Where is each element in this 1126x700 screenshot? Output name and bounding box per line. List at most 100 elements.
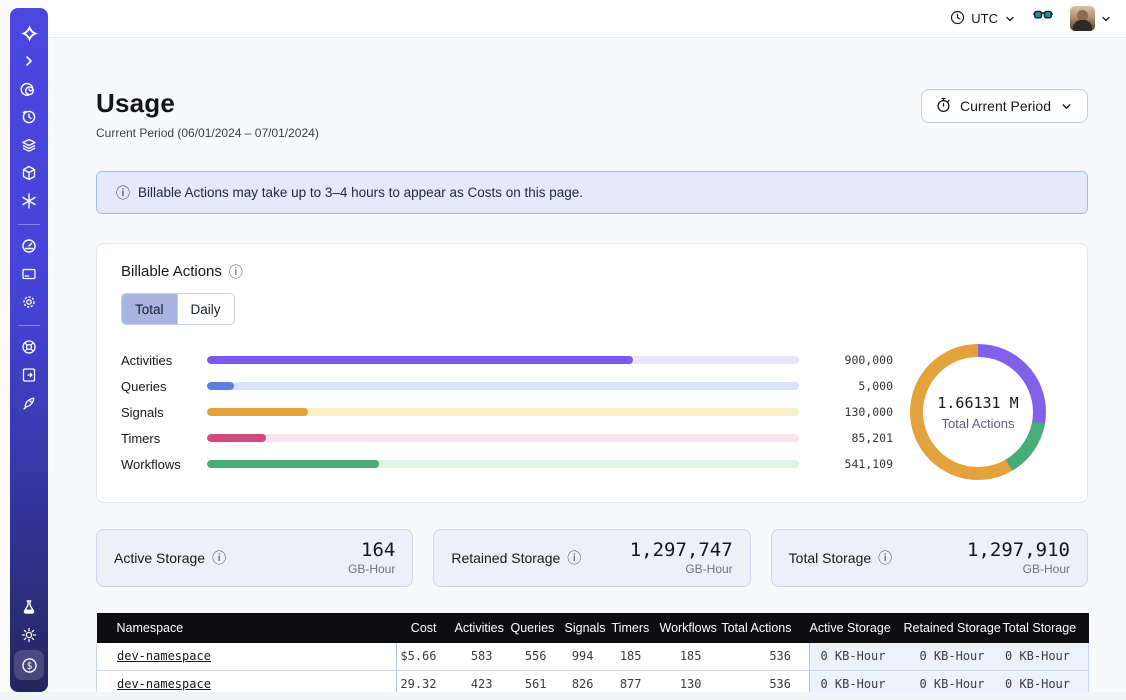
info-icon[interactable]: ⓘ: [212, 551, 226, 565]
timezone-label: UTC: [971, 11, 998, 26]
storage-card-unit: GB-Hour: [630, 562, 733, 576]
spiral-icon[interactable]: [16, 76, 42, 102]
timezone-selector[interactable]: UTC: [950, 10, 1016, 28]
bar-category-label: Timers: [121, 431, 207, 446]
usage-dollar-icon[interactable]: $: [14, 650, 44, 680]
bar-fill: [207, 356, 633, 364]
bar-fill: [207, 460, 379, 468]
chevron-down-icon: [1100, 13, 1112, 25]
billable-actions-card: Billable Actions ⓘ Total Daily Activitie…: [96, 243, 1088, 503]
active-storage-card: Active Storage ⓘ 164GB-Hour: [96, 529, 413, 587]
layers-icon[interactable]: [16, 132, 42, 158]
billing-card-icon[interactable]: [16, 261, 42, 287]
storage-card-label: Active Storage: [114, 550, 205, 566]
billable-view-tabs: Total Daily: [121, 293, 235, 325]
temporal-logo-icon[interactable]: [16, 20, 42, 46]
svg-text:$: $: [26, 660, 32, 671]
cell-signals: 826: [565, 670, 612, 692]
cell-cost: 29.32: [397, 670, 455, 692]
storage-card-value: 164: [348, 540, 395, 561]
table-row: dev-namespace29.324235618268771305360 KB…: [97, 670, 1089, 692]
period-dropdown-button[interactable]: Current Period: [921, 89, 1088, 123]
user-menu[interactable]: [1070, 6, 1112, 31]
donut-total-label: Total Actions: [942, 416, 1015, 431]
sidebar: $: [10, 8, 48, 692]
period-dropdown-label: Current Period: [960, 98, 1051, 114]
column-header-queries: Queries: [511, 613, 565, 643]
top-header: UTC: [48, 0, 1126, 38]
cell-activities: 583: [455, 643, 511, 670]
cell-workflows: 130: [660, 670, 720, 692]
chevron-down-icon: [1060, 100, 1073, 113]
sidebar-divider: [18, 325, 40, 326]
namespace-cell: dev-namespace: [97, 643, 397, 670]
column-header-signals: Signals: [565, 613, 612, 643]
billable-actions-title: Billable Actions: [121, 263, 222, 280]
storage-card-label: Retained Storage: [451, 550, 560, 566]
tab-daily[interactable]: Daily: [178, 294, 234, 324]
chevron-down-icon: [1004, 13, 1016, 25]
docs-book-icon[interactable]: [16, 362, 42, 388]
cell-timers: 877: [612, 670, 660, 692]
table-row: dev-namespace$5.665835569941851855360 KB…: [97, 643, 1089, 670]
bar-category-label: Workflows: [121, 457, 207, 472]
tab-total[interactable]: Total: [122, 294, 178, 324]
stopwatch-icon: [936, 97, 951, 116]
namespace-cell: dev-namespace: [97, 670, 397, 692]
cell-queries: 561: [511, 670, 565, 692]
clock-icon: [950, 10, 965, 28]
bar-row-queries: Queries5,000: [121, 373, 893, 399]
rocket-icon[interactable]: [16, 390, 42, 416]
bar-category-label: Queries: [121, 379, 207, 394]
cell-total-actions: 536: [720, 670, 810, 692]
chevron-right-icon[interactable]: [16, 48, 42, 74]
info-icon[interactable]: ⓘ: [229, 265, 243, 279]
column-header-workflows: Workflows: [660, 613, 720, 643]
bar-row-signals: Signals130,000: [121, 399, 893, 425]
namespace-link[interactable]: dev-namespace: [117, 677, 211, 691]
column-header-retained-storage: Retained Storage: [904, 613, 1003, 643]
storage-card-value: 1,297,747: [630, 540, 733, 561]
info-icon[interactable]: ⓘ: [878, 551, 892, 565]
storage-card-value: 1,297,910: [967, 540, 1070, 561]
retry-timer-icon[interactable]: [16, 104, 42, 130]
column-header-activities: Activities: [455, 613, 511, 643]
bar-track: [207, 434, 799, 442]
donut-total-value: 1.66131 M: [937, 394, 1018, 412]
namespace-usage-table: NamespaceCostActivitiesQueriesSignalsTim…: [96, 613, 1089, 692]
info-icon[interactable]: ⓘ: [567, 551, 581, 565]
bar-category-label: Activities: [121, 353, 207, 368]
storage-summary-row: Active Storageⓘ 164GB-Hour Retained Stor…: [96, 529, 1088, 587]
column-header-timers: Timers: [612, 613, 660, 643]
cell-active-storage: 0 KB-Hour: [810, 670, 904, 692]
cell-total-storage: 0 KB-Hour: [1003, 643, 1089, 670]
column-header-namespace: Namespace: [97, 613, 397, 643]
bar-value: 541,109: [821, 457, 893, 471]
bar-track: [207, 460, 799, 468]
gauge-icon[interactable]: [16, 233, 42, 259]
bar-value: 130,000: [821, 405, 893, 419]
cube-icon[interactable]: [16, 160, 42, 186]
lifebuoy-icon[interactable]: [16, 334, 42, 360]
storage-card-unit: GB-Hour: [348, 562, 395, 576]
cell-workflows: 185: [660, 643, 720, 670]
bar-value: 900,000: [821, 353, 893, 367]
avatar: [1070, 6, 1095, 31]
gear-icon[interactable]: [16, 289, 42, 315]
bar-fill: [207, 408, 308, 416]
asterisk-icon[interactable]: [16, 188, 42, 214]
billable-actions-bar-chart: Activities 900,000 Queries5,000Signals130,…: [121, 344, 893, 480]
bar-track: [207, 356, 799, 364]
table-header-row: NamespaceCostActivitiesQueriesSignalsTim…: [97, 613, 1089, 643]
sun-icon[interactable]: [16, 622, 42, 648]
storage-card-label: Total Storage: [789, 550, 872, 566]
column-header-total-actions: Total Actions: [720, 613, 810, 643]
flask-icon[interactable]: [16, 594, 42, 620]
namespace-link[interactable]: dev-namespace: [117, 649, 211, 663]
total-storage-card: Total Storageⓘ 1,297,910GB-Hour: [771, 529, 1088, 587]
cell-retained-storage: 0 KB-Hour: [904, 670, 1003, 692]
cell-total-storage: 0 KB-Hour: [1003, 670, 1089, 692]
glasses-icon[interactable]: [1032, 8, 1054, 29]
bar-row-activities: Activities 900,000: [121, 347, 893, 373]
page-subtitle: Current Period (06/01/2024 – 07/01/2024): [96, 126, 319, 140]
